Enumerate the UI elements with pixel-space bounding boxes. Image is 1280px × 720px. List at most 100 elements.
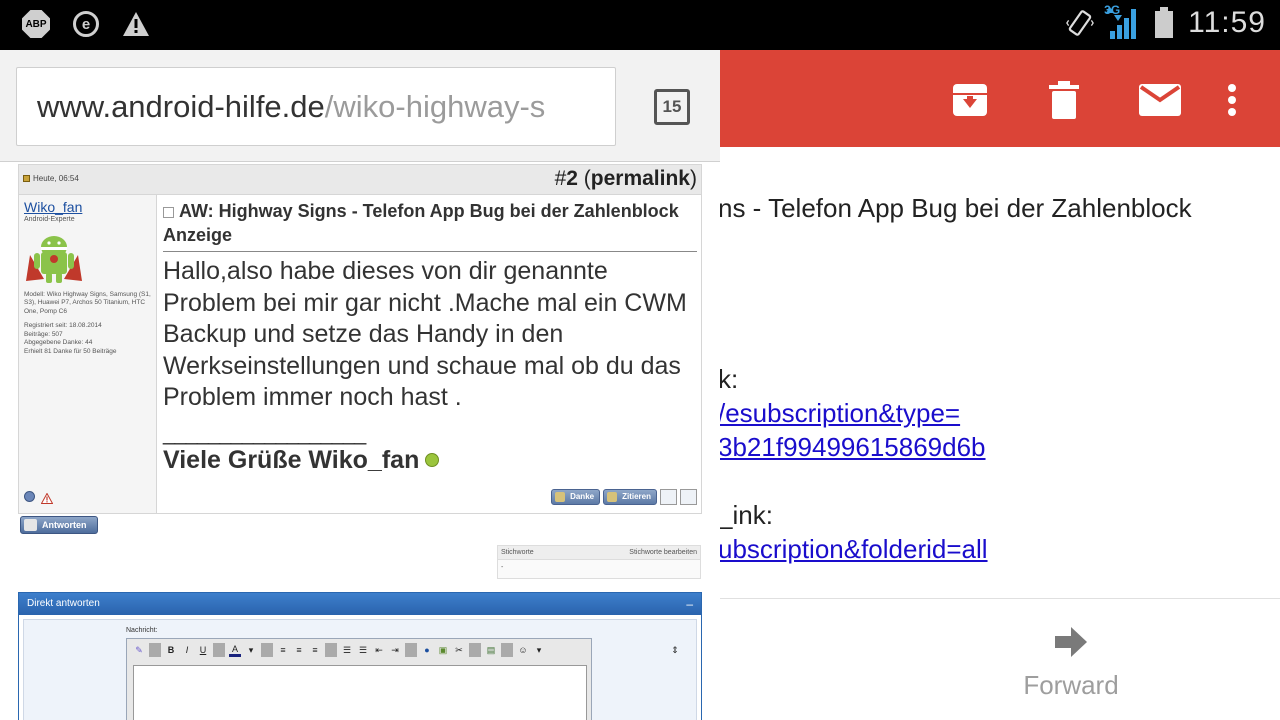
post-status-icon <box>23 175 30 182</box>
post-icon <box>163 206 174 218</box>
battery-icon <box>1150 7 1178 38</box>
message-label: Nachricht: <box>126 627 158 634</box>
message-editor: ✎ B I U A ▾ ≡ ≡ ≡ ☰ ☰ ⇤ ⇥ ● ▣ ✂ ▤ ☺ ▾ ⇕ <box>126 638 679 720</box>
author-thanks-received: Erhielt 81 Danke für 50 Beiträge <box>24 347 117 355</box>
reply-button[interactable]: Antworten <box>20 516 98 534</box>
bold-button[interactable]: B <box>165 645 177 655</box>
toolbar-separator <box>213 643 225 657</box>
tags-edit-link[interactable]: Stichworte bearbeiten <box>629 549 697 559</box>
quote-icon[interactable]: ▤ <box>485 645 497 656</box>
author-actions <box>24 491 54 509</box>
permalink[interactable]: permalink <box>591 167 690 190</box>
author-name-link[interactable]: Wiko_fan <box>24 199 82 215</box>
author-registered: Registriert seit: 18.08.2014 <box>24 322 102 330</box>
dropdown-arrow-icon[interactable]: ▾ <box>245 645 257 656</box>
adblock-label: ABP <box>22 10 50 38</box>
align-center-icon[interactable]: ≡ <box>293 645 305 655</box>
toolbar-separator <box>501 643 513 657</box>
author-rank: Android-Experte <box>24 216 75 223</box>
forward-label: Forward <box>1023 670 1119 700</box>
warning-icon <box>122 10 150 38</box>
forward-button[interactable]: Forward <box>1016 625 1126 701</box>
resize-icon[interactable]: ⇕ <box>669 645 681 656</box>
remove-format-icon[interactable]: ✎ <box>133 645 145 656</box>
tags-label: Stichworte <box>501 549 534 556</box>
tags-header: Stichworte Stichworte bearbeiten <box>498 546 700 560</box>
tab-switcher-button[interactable]: 15 <box>654 89 690 125</box>
status-bar: ABP e 3G 11:59 <box>0 0 1280 50</box>
e-label: e <box>73 11 99 37</box>
quick-reply-panel: Direkt antworten – Nachricht: ✎ B I U A … <box>18 592 702 720</box>
post-author-sidebar: Wiko_fan Android-Experte Modell: Wiko Hi… <box>19 195 157 513</box>
notification-icons: ABP e <box>22 10 150 38</box>
ordered-list-icon[interactable]: ☰ <box>341 645 353 656</box>
tags-value: - <box>501 564 504 571</box>
underline-button[interactable]: U <box>197 645 209 655</box>
vibrate-icon <box>1066 9 1095 37</box>
post-header: Heute, 06:54 #2 (permalink) <box>19 165 701 195</box>
message-text-2: _ink: <box>718 500 773 530</box>
signature-separator: __________________ <box>163 419 366 445</box>
author-posts: Beiträge: 507 <box>24 330 63 338</box>
unordered-list-icon[interactable]: ☰ <box>357 645 369 656</box>
author-model: Modell: Wiko Highway Signs, Samsung (S1,… <box>24 291 151 315</box>
message-link-1b[interactable]: 3b21f99499615869d6b <box>718 432 986 463</box>
message-subject: ns - Telefon App Bug bei der Zahlenblock <box>718 193 1192 223</box>
post-number-value: 2 <box>566 167 578 190</box>
signature-text: Viele Grüße Wiko_fan <box>163 445 420 474</box>
report-icon[interactable] <box>40 491 54 509</box>
system-icons: 3G 11:59 <box>1066 3 1266 41</box>
archive-icon[interactable] <box>948 78 992 122</box>
e-icon: e <box>72 10 100 38</box>
post-number: #2 (permalink) <box>554 167 697 190</box>
font-color-button[interactable]: A <box>229 644 241 657</box>
message-link-1a[interactable]: /esubscription&type= <box>718 398 960 429</box>
online-status-icon[interactable] <box>24 491 35 502</box>
forum-post: Heute, 06:54 #2 (permalink) Wiko_fan And… <box>18 164 702 514</box>
post-title: AW: Highway Signs - Telefon App Bug bei … <box>163 199 697 252</box>
author-info: Modell: Wiko Highway Signs, Samsung (S1,… <box>24 291 154 356</box>
multiquote-icon[interactable] <box>660 489 677 505</box>
toolbar-separator <box>469 643 481 657</box>
collapse-toggle[interactable]: – <box>686 593 693 615</box>
web-page: Heute, 06:54 #2 (permalink) Wiko_fan And… <box>0 162 720 720</box>
message-link-2[interactable]: ubscription&folderid=all <box>718 534 988 565</box>
unlink-icon[interactable]: ✂ <box>453 645 465 656</box>
gmail-message: ns - Telefon App Bug bei der Zahlenblock… <box>718 147 1280 720</box>
quick-reply-body: Nachricht: ✎ B I U A ▾ ≡ ≡ ≡ ☰ ☰ ⇤ ⇥ ● ▣… <box>23 619 697 720</box>
align-left-icon[interactable]: ≡ <box>277 645 289 655</box>
signal-icon: 3G <box>1104 3 1140 41</box>
image-icon[interactable]: ▣ <box>437 645 449 656</box>
url-host: www.android-hilfe.de <box>37 89 325 124</box>
italic-button[interactable]: I <box>181 645 193 655</box>
edit-icon[interactable] <box>680 489 697 505</box>
delete-icon[interactable] <box>1042 78 1086 122</box>
author-thanks-given: Abgegebene Danke: 44 <box>24 339 93 347</box>
indent-icon[interactable]: ⇥ <box>389 645 401 656</box>
forward-arrow-icon <box>1055 627 1087 657</box>
browser-window: www.android-hilfe.de/wiko-highway-s 15 H… <box>0 50 720 720</box>
post-number-prefix: # <box>554 167 567 190</box>
screen: ABP e 3G 11:59 ns - Telefon App Bug bei … <box>0 0 1280 720</box>
smilie-dropdown-icon[interactable]: ▾ <box>533 645 545 656</box>
post-action-buttons: Danke Zitieren <box>551 489 697 505</box>
quote-button[interactable]: Zitieren <box>603 489 657 505</box>
author-avatar[interactable] <box>24 233 84 285</box>
editor-toolbar: ✎ B I U A ▾ ≡ ≡ ≡ ☰ ☰ ⇤ ⇥ ● ▣ ✂ ▤ ☺ ▾ ⇕ <box>127 639 679 661</box>
more-vert-icon[interactable] <box>1210 78 1254 122</box>
gmail-toolbar <box>720 50 1280 147</box>
link-icon[interactable]: ● <box>421 645 433 655</box>
adblock-plus-icon: ABP <box>22 10 50 38</box>
mail-icon[interactable] <box>1138 78 1182 122</box>
smilie-icon[interactable]: ☺ <box>517 645 529 655</box>
thanks-button[interactable]: Danke <box>551 489 601 505</box>
message-text-1: k: <box>718 364 739 394</box>
align-right-icon[interactable]: ≡ <box>309 645 321 655</box>
post-content: AW: Highway Signs - Telefon App Bug bei … <box>163 199 697 475</box>
outdent-icon[interactable]: ⇤ <box>373 645 385 656</box>
toolbar-separator <box>405 643 417 657</box>
message-textarea[interactable] <box>133 665 587 720</box>
url-field[interactable]: www.android-hilfe.de/wiko-highway-s <box>16 67 616 146</box>
post-date: Heute, 06:54 <box>23 174 79 183</box>
clock: 11:59 <box>1188 6 1266 39</box>
